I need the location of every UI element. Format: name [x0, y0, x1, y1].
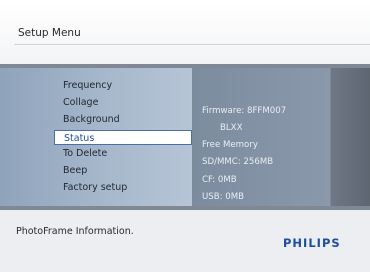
free-memory-label: Free Memory	[202, 140, 258, 150]
philips-logo: PHILIPS	[283, 236, 341, 250]
help-text: PhotoFrame Information.	[16, 226, 134, 237]
menu-item-to-delete[interactable]: To Delete	[63, 148, 107, 159]
menu-item-beep[interactable]: Beep	[63, 165, 87, 176]
setup-menu-list: Frequency Collage Background Status To D…	[0, 68, 192, 206]
header-divider	[14, 44, 370, 45]
sd-mmc-memory: SD/MMC: 256MB	[202, 157, 274, 167]
menu-item-frequency[interactable]: Frequency	[63, 80, 112, 91]
menu-item-factory-setup[interactable]: Factory setup	[63, 182, 127, 193]
firmware-version: Firmware: 8FFM007	[202, 106, 287, 116]
menu-item-background[interactable]: Background	[63, 114, 120, 125]
menu-item-status[interactable]: Status	[54, 130, 192, 145]
main-area: Frequency Collage Background Status To D…	[0, 64, 370, 210]
status-info-panel: Firmware: 8FFM007 BLXX Free Memory SD/MM…	[193, 68, 330, 206]
usb-memory: USB: 0MB	[202, 192, 245, 202]
footer-bar: PhotoFrame Information. PHILIPS	[0, 210, 370, 272]
firmware-suffix: BLXX	[220, 123, 243, 133]
photoframe-screen: Setup Menu Frequency Collage Background …	[0, 0, 370, 272]
menu-item-collage[interactable]: Collage	[63, 97, 98, 108]
page-title: Setup Menu	[18, 27, 81, 39]
submenu-strip	[331, 68, 370, 206]
cf-memory: CF: 0MB	[202, 175, 237, 185]
header-bar: Setup Menu	[0, 0, 370, 64]
